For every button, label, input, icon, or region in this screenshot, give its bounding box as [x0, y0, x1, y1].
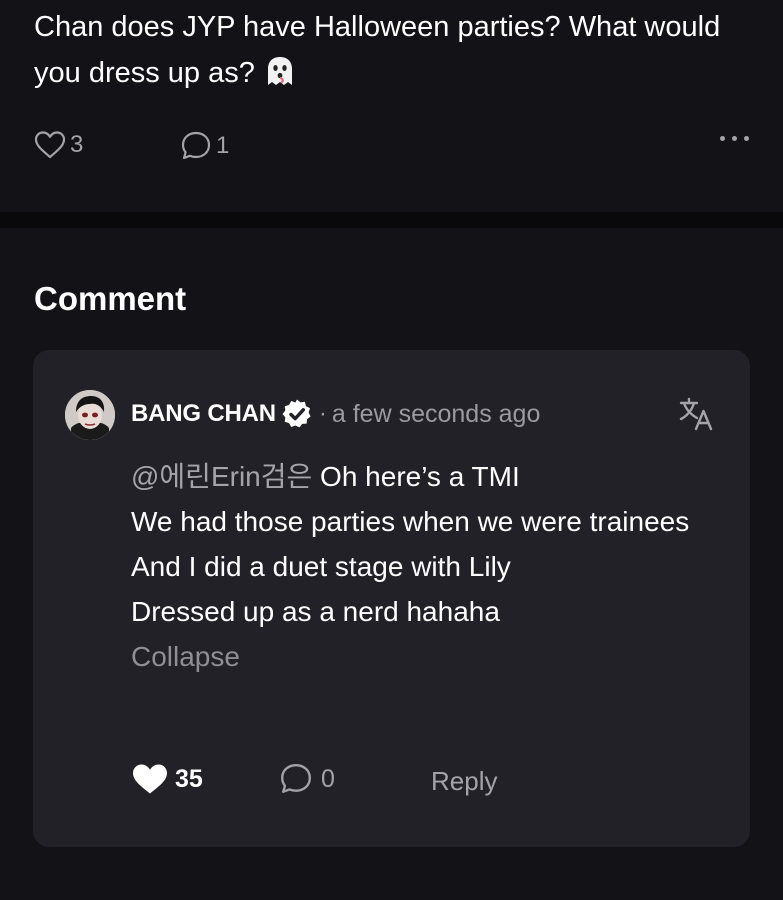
- reply-button[interactable]: Reply: [431, 766, 497, 797]
- comment-body: @에린Erin검은 Oh here’s a TMI We had those p…: [131, 454, 711, 679]
- post-comment-count: 1: [216, 132, 230, 159]
- post-like-button[interactable]: 3: [34, 130, 83, 160]
- comment-text-line: Oh here’s a TMI: [312, 461, 520, 492]
- author-name[interactable]: BANG CHAN: [131, 400, 276, 428]
- section-divider: [0, 212, 783, 228]
- comment-bubble-icon: [281, 764, 311, 793]
- comment-text-line: And I did a duet stage with Lily: [131, 551, 511, 582]
- ghost-emoji-icon: [267, 57, 292, 85]
- post-comment-button[interactable]: 1: [180, 130, 229, 162]
- avatar-image: [65, 390, 115, 440]
- post: Chan does JYP have Halloween parties? Wh…: [0, 0, 783, 212]
- heart-outline-icon: [34, 131, 66, 159]
- translate-icon[interactable]: [678, 396, 714, 432]
- collapse-link[interactable]: Collapse: [131, 634, 711, 679]
- comment-reply-count: 0: [321, 764, 335, 793]
- mention-link[interactable]: @에린Erin검은: [131, 461, 312, 492]
- comment-bubble-icon: [181, 131, 211, 160]
- comment-text-line: We had those parties when we were traine…: [131, 506, 690, 537]
- post-actions: 3 1: [34, 130, 749, 166]
- post-body: Chan does JYP have Halloween parties? Wh…: [34, 11, 721, 89]
- comment-like-button[interactable]: 35: [131, 762, 203, 796]
- comment-actions: 35 0 Reply: [131, 762, 531, 802]
- comment-line-1: @에린Erin검은 Oh here’s a TMI: [131, 454, 711, 499]
- comment-timestamp: a few seconds ago: [331, 399, 541, 428]
- comment-header: BANG CHAN · a few seconds ago: [131, 396, 540, 432]
- post-text: Chan does JYP have Halloween parties? Wh…: [34, 4, 764, 96]
- post-like-count: 3: [70, 131, 84, 158]
- header-separator: ·: [318, 400, 327, 427]
- more-options-icon[interactable]: [720, 136, 749, 141]
- comment-text-line: Dressed up as a nerd hahaha: [131, 596, 500, 627]
- heart-filled-icon: [133, 764, 167, 794]
- comment-section-title: Comment: [34, 280, 187, 317]
- comment-card: BANG CHAN · a few seconds ago @에린Erin검은 …: [33, 350, 750, 847]
- verified-badge-icon: [282, 399, 311, 428]
- avatar[interactable]: [65, 390, 115, 440]
- comment-replies-button[interactable]: 0: [279, 762, 335, 796]
- comment-like-count: 35: [175, 764, 203, 793]
